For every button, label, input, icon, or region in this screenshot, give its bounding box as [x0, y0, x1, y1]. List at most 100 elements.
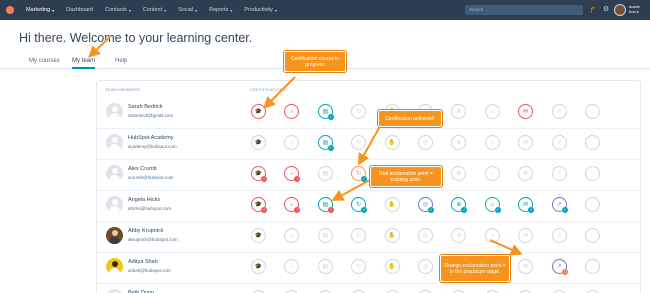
certification-badge[interactable]: ◎ — [418, 259, 433, 274]
certification-badge[interactable]: ↻ ✓ — [351, 197, 368, 213]
tab-my-team[interactable]: My team — [72, 56, 96, 69]
certification-badge[interactable]: ▤ ✓ — [317, 104, 334, 120]
certification-badge[interactable]: ◌ — [585, 135, 600, 150]
social-icon: ◌ — [590, 170, 595, 177]
certification-badge[interactable]: ◌ — [585, 228, 600, 243]
nav-item-label: Social — [178, 7, 194, 13]
certification-badge[interactable]: ↗ — [551, 166, 567, 181]
cart-icon: ⊕ — [456, 233, 462, 239]
certification-badge[interactable]: ◌ — [585, 104, 600, 119]
certification-badge[interactable]: ↗ — [551, 228, 567, 243]
certification-badge[interactable]: ⌂ — [484, 104, 500, 119]
row-divider — [97, 190, 640, 191]
member-name[interactable]: Alex Crumb — [128, 166, 157, 172]
member-name[interactable]: Abby Krupnick — [128, 228, 163, 234]
certification-badge[interactable]: ◌ — [585, 197, 600, 212]
certification-badge[interactable]: ▤ ✓ — [317, 135, 334, 151]
nav-item-label: Marketing — [26, 7, 51, 13]
inbound-icon: ♭ — [290, 233, 294, 239]
certification-badge[interactable]: ✋ — [384, 228, 400, 243]
mail-icon: ✉ — [523, 140, 529, 146]
callout-practicum: Orange exclamation point = in the practi… — [440, 255, 510, 282]
member-name[interactable]: Aditya Shah — [128, 259, 158, 265]
check-status-icon: ✓ — [327, 145, 334, 151]
academy-cap-icon[interactable]: 🎓 — [589, 5, 599, 15]
exclamation-status-icon: ! — [561, 269, 568, 275]
certification-badge[interactable]: 🎓 — [251, 104, 266, 119]
account-avatar[interactable] — [614, 4, 626, 16]
certification-badge[interactable]: ⌂ — [484, 228, 500, 243]
certification-badge[interactable]: ↻ ✓ — [351, 166, 368, 182]
certification-badge[interactable]: ↗! — [551, 259, 568, 275]
hubspot-logo-icon[interactable] — [0, 0, 20, 20]
chevron-down-icon: ▾ — [274, 7, 277, 13]
email-template-icon: ▤ — [322, 202, 329, 208]
certification-badge[interactable]: ↗ — [551, 135, 567, 150]
email-template-icon: ▤ — [322, 264, 329, 270]
nav-item-label: Reports — [209, 7, 229, 13]
hand-icon: ✋ — [388, 233, 396, 239]
nav-item-productivity[interactable]: Productivity ▾ — [238, 0, 282, 20]
agency-icon: ⌂ — [490, 108, 495, 115]
search-input[interactable]: Search — [465, 5, 583, 15]
page-title: Hi there. Welcome to your learning cente… — [19, 31, 253, 45]
member-name[interactable]: Sarah Bedrick — [128, 104, 163, 110]
certification-badge[interactable]: ◎ — [418, 228, 433, 243]
avatar — [106, 196, 123, 213]
certification-badge[interactable]: ▤ — [317, 166, 333, 181]
nav-item-dashboard[interactable]: Dashboard — [60, 0, 99, 20]
certification-badge[interactable]: ◌ — [585, 259, 600, 274]
growth-icon: ↗ — [556, 202, 562, 208]
certification-badge[interactable]: 🎓 — [251, 135, 266, 150]
certification-badge[interactable]: ▤! — [317, 197, 334, 213]
sync-icon: ↻ — [356, 140, 362, 146]
sync-icon: ↻ — [356, 202, 362, 208]
member-name[interactable]: HubSpot Academy — [128, 135, 174, 141]
certification-badge[interactable]: 🎓! — [251, 166, 267, 182]
tab-help[interactable]: Help — [115, 56, 127, 69]
nav-item-social[interactable]: Social ▾ — [172, 0, 203, 20]
certification-badge[interactable]: ▤ — [317, 259, 333, 274]
hand-icon: ✋ — [388, 264, 396, 270]
tab-my-courses[interactable]: My courses — [29, 56, 60, 69]
certification-badge[interactable]: 🎓 — [251, 228, 266, 243]
certification-badge[interactable]: ▤ — [317, 228, 333, 243]
certification-badge[interactable]: 🎓 — [251, 259, 266, 274]
certification-badge[interactable]: ♭! — [284, 166, 301, 182]
nav-item-content[interactable]: Content ▾ — [137, 0, 172, 20]
account-menu[interactable]: acade hub.s — [629, 4, 640, 14]
sync-icon: ↻ — [356, 109, 362, 115]
member-name[interactable]: Angela Hicks — [128, 197, 160, 203]
sync-icon: ↻ — [356, 264, 362, 270]
settings-icon[interactable]: ⚙ — [601, 5, 611, 15]
certification-badge[interactable]: ⌂ ✓ — [484, 197, 501, 213]
certification-badge[interactable]: 🎓! — [251, 197, 267, 213]
certification-badge[interactable]: ◌ — [585, 166, 600, 181]
hand-icon: ✋ — [388, 202, 396, 208]
inbound-icon: ♭ — [290, 264, 294, 270]
chevron-down-icon: ▾ — [230, 7, 233, 13]
certification-badge[interactable]: ♭! — [284, 197, 301, 213]
certification-badge[interactable]: ✋ — [384, 197, 400, 212]
certification-badge[interactable]: ✋ — [384, 135, 400, 150]
social-icon: ◌ — [590, 139, 595, 146]
check-status-icon: ✓ — [561, 207, 568, 213]
nav-item-marketing[interactable]: Marketing ▾ — [20, 0, 60, 20]
certification-badge[interactable]: ↗ ✓ — [551, 197, 568, 213]
agency-icon: ⌂ — [490, 201, 495, 208]
certification-badge[interactable]: ✋ — [384, 259, 400, 274]
nav-item-contacts[interactable]: Contacts ▾ — [99, 0, 137, 20]
nav-item-reports[interactable]: Reports ▾ — [203, 0, 238, 20]
certification-badge[interactable]: ✉ ✓ — [518, 197, 535, 213]
mail-icon: ✉ — [523, 264, 529, 270]
certification-badge[interactable]: ◎ — [418, 135, 433, 150]
target-icon: ◎ — [422, 140, 429, 146]
certification-badge[interactable]: ↗ — [551, 104, 567, 119]
certification-badge[interactable]: ◎ ✓ — [418, 197, 434, 213]
certification-badge[interactable]: ⌂ — [484, 135, 500, 150]
mail-icon: ✉ — [523, 202, 529, 208]
column-header-team-members: TEAM MEMBERS — [105, 87, 140, 92]
certification-badge[interactable]: ⌂ — [484, 166, 500, 181]
certification-badge[interactable]: ⊕ ✓ — [451, 197, 468, 213]
nav-item-label: Dashboard — [66, 7, 94, 13]
